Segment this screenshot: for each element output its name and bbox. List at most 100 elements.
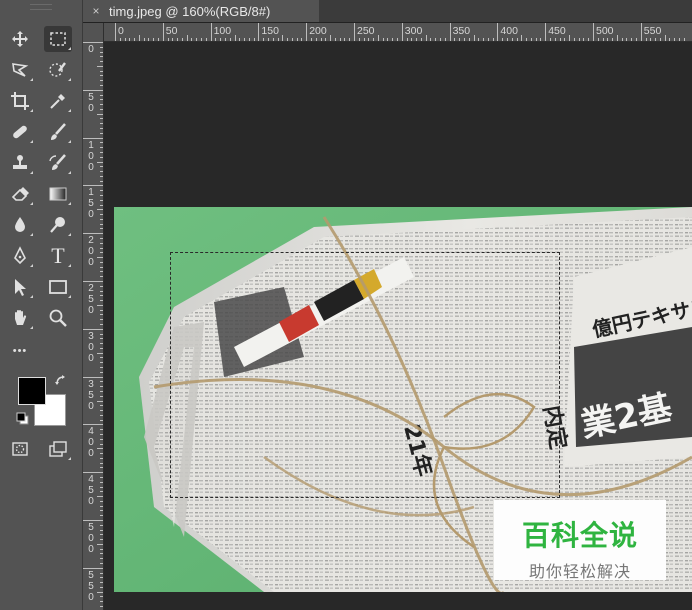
ruler-minor-tick [674,38,676,41]
brush-icon [51,123,66,140]
ruler-minor-tick [473,35,475,41]
panel-grip[interactable] [30,4,52,10]
ruler-minor-tick [100,290,103,292]
ruler-major-tick [83,376,103,378]
lasso-icon [12,63,29,77]
ruler-minor-tick [100,467,103,469]
gradient-icon [49,187,67,201]
ruler-minor-tick [492,38,494,41]
move-tool[interactable] [6,26,34,52]
ruler-major-tick [210,23,212,41]
vertical-ruler[interactable]: 0 50 100 150 200 250 300 350 400 450 500 550 [83,23,104,610]
ruler-minor-tick [97,257,103,259]
ruler-minor-tick [100,223,103,225]
history-brush-tool[interactable] [44,150,72,176]
ruler-label: 350 [88,378,94,412]
hand-tool[interactable] [6,305,34,331]
eraser-tool[interactable] [6,181,34,207]
path-selection-tool[interactable] [6,274,34,300]
marquee-icon [50,32,66,46]
ruler-minor-tick [549,38,551,41]
ruler-minor-tick [100,606,103,608]
pen-tool[interactable] [6,243,34,269]
quick-mask-mode[interactable] [6,436,34,462]
ruler-label: 550 [88,569,94,603]
ruler-minor-tick [100,405,103,407]
rectangular-marquee-tool[interactable] [44,26,72,52]
ruler-minor-tick [100,309,103,311]
ruler-minor-tick [100,515,103,517]
eyedropper-tool[interactable] [44,88,72,114]
ruler-minor-tick [100,572,103,574]
ruler-minor-tick [97,304,103,306]
ruler-minor-tick [382,38,384,41]
ruler-major-tick [354,23,355,41]
crop-icon [11,92,29,110]
canvas-area[interactable]: 業2基 億円テキサス 21年 内定 百科全说 助你轻松解决 [104,42,692,610]
tools-panel: T ••• [0,0,83,610]
ruler-minor-tick [100,118,103,120]
ruler-minor-tick [444,38,446,41]
gradient-tool[interactable] [44,181,72,207]
watermark: 百科全说 助你轻松解决 [494,500,666,581]
ruler-minor-tick [506,38,508,41]
horizontal-ruler[interactable]: 0 50 100 150 200 250 300 350 400 450 500 550 [104,23,692,42]
ruler-minor-tick [224,38,226,41]
ruler-minor-tick [100,242,103,244]
ruler-label: 100 [88,139,94,173]
ruler-minor-tick [100,486,103,488]
ruler-minor-tick [100,357,103,359]
ruler-major-tick [83,185,103,187]
ruler-minor-tick [100,343,103,345]
clone-stamp-tool[interactable] [6,150,34,176]
ruler-minor-tick [559,38,561,41]
dodge-tool[interactable] [44,212,72,238]
close-tab-icon[interactable]: × [83,4,109,18]
ruler-minor-tick [248,38,250,41]
crop-tool[interactable] [6,88,34,114]
more-tools[interactable]: ••• [6,338,34,364]
ruler-minor-tick [97,209,103,211]
default-colors-icon[interactable] [16,412,30,426]
brush-tool[interactable] [44,119,72,145]
type-tool[interactable]: T [44,243,72,269]
ruler-minor-tick [100,199,103,201]
healing-brush-tool[interactable] [6,119,34,145]
swap-colors-icon[interactable] [54,374,68,388]
ruler-minor-tick [100,123,103,125]
quick-selection-tool[interactable] [44,57,72,83]
ruler-minor-tick [172,38,174,41]
ruler-minor-tick [655,38,657,41]
ruler-label: 450 [88,474,94,508]
ruler-minor-tick [244,38,246,41]
ruler-minor-tick [339,38,341,41]
eraser-icon [11,187,29,201]
ruler-minor-tick [267,38,269,41]
ruler-minor-tick [602,38,604,41]
ruler-minor-tick [100,371,103,373]
ruler-minor-tick [287,38,289,41]
ruler-minor-tick [100,166,103,168]
watermark-subtitle: 助你轻松解决 [528,564,631,581]
marquee-selection[interactable] [170,252,560,498]
dodge-icon [50,217,65,233]
ruler-minor-tick [511,38,513,41]
ruler-label: 0 [88,44,94,55]
ruler-label: 300 [404,25,423,37]
screen-mode[interactable] [44,436,72,462]
ruler-minor-tick [679,38,681,41]
ruler-minor-tick [349,38,351,41]
ruler-minor-tick [272,38,274,41]
ruler-minor-tick [97,352,103,354]
blur-tool[interactable] [6,212,34,238]
ruler-minor-tick [100,324,103,326]
ruler-minor-tick [97,591,103,593]
ruler-minor-tick [100,539,103,541]
rectangle-tool[interactable] [44,274,72,300]
document-tab[interactable]: × timg.jpeg @ 160%(RGB/8#) [83,0,319,22]
ruler-minor-tick [129,38,131,41]
eyedropper-icon [50,94,65,109]
lasso-tool[interactable] [6,57,34,83]
foreground-color-swatch[interactable] [18,377,46,405]
zoom-tool[interactable] [44,305,72,331]
